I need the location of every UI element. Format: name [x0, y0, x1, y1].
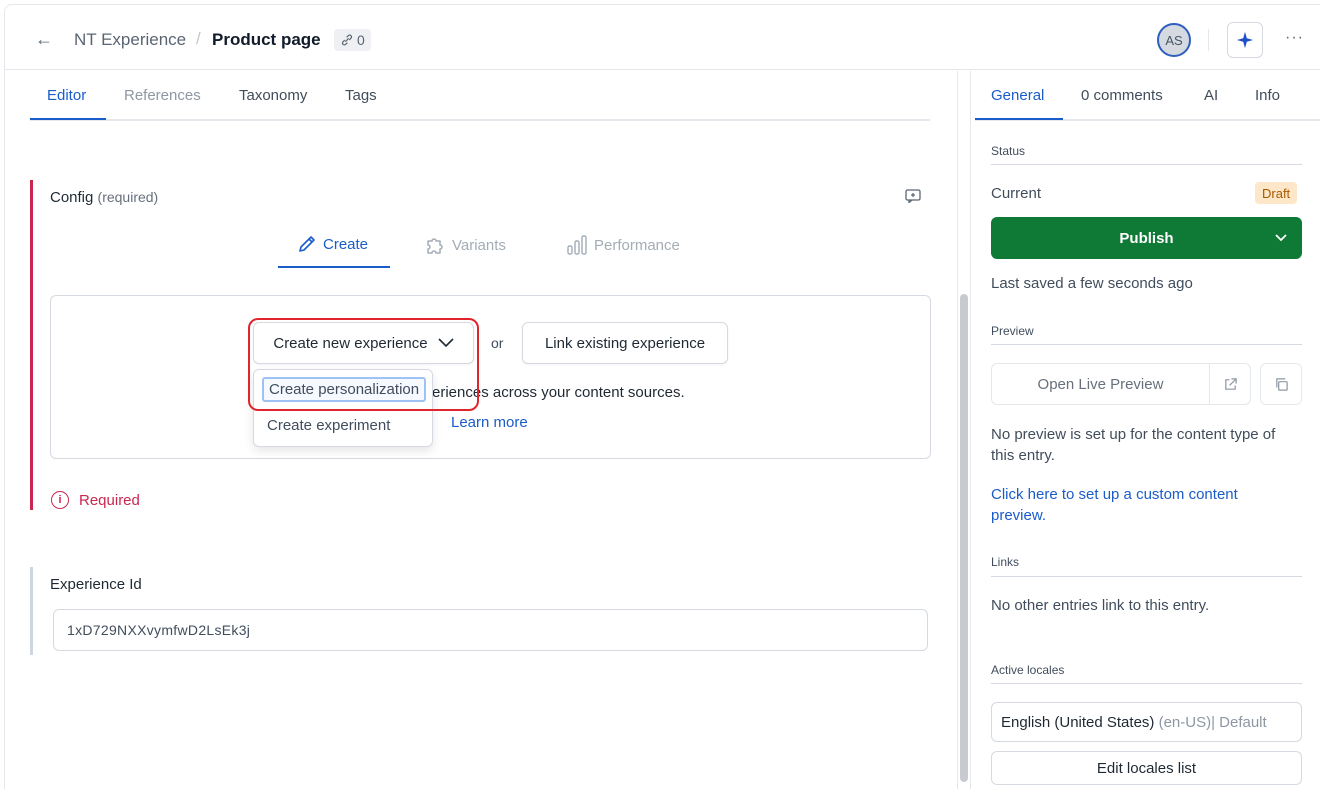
- tab-comments[interactable]: 0 comments: [1081, 87, 1163, 104]
- create-new-experience-button[interactable]: Create new experience: [253, 322, 474, 364]
- subtab-active-underline: [278, 266, 390, 268]
- avatar[interactable]: AS: [1157, 23, 1191, 57]
- link-icon: [341, 34, 353, 46]
- status-badge: Draft: [1255, 182, 1298, 204]
- sparkle-icon: [1236, 31, 1254, 49]
- arrow-left-icon[interactable]: ←: [35, 29, 53, 50]
- tab-info[interactable]: Info: [1255, 87, 1280, 104]
- external-link-button[interactable]: [1209, 363, 1251, 405]
- links-section-title: Links: [991, 555, 1020, 569]
- required-error-text: Required: [79, 491, 140, 509]
- tab-taxonomy[interactable]: Taxonomy: [239, 87, 307, 104]
- subtab-variants-label: Variants: [452, 236, 506, 254]
- sidebar-tabs: General 0 comments AI Info: [975, 71, 1320, 121]
- config-label-text: Config: [50, 189, 94, 206]
- no-links-text: No other entries link to this entry.: [991, 597, 1210, 614]
- tab-ai[interactable]: AI: [1204, 87, 1218, 104]
- tab-general[interactable]: General: [991, 87, 1044, 104]
- publish-label: Publish: [1119, 229, 1174, 247]
- locales-section-title: Active locales: [991, 663, 1065, 677]
- chevron-down-icon[interactable]: [1274, 229, 1288, 247]
- links-divider: [991, 576, 1302, 577]
- config-panel: [50, 295, 931, 459]
- chevron-down-icon: [438, 338, 454, 348]
- subtab-create-label: Create: [323, 235, 369, 253]
- editor-tabs: Editor References Taxonomy Tags: [30, 71, 930, 121]
- pencil-icon: [299, 236, 315, 252]
- sidebar-tab-underline: [975, 118, 1063, 120]
- menu-item-create-experiment[interactable]: Create experiment: [267, 417, 390, 434]
- experience-id-label: Experience Id: [50, 576, 142, 593]
- page-title: Product page: [212, 30, 321, 49]
- top-bar: ← NT Experience / Product page 0 AS ···: [5, 5, 1320, 70]
- ai-sparkle-button[interactable]: [1227, 22, 1263, 58]
- config-description: eriences across your content sources.: [432, 384, 685, 401]
- config-required-hint: (required): [97, 189, 159, 205]
- link-existing-experience-button[interactable]: Link existing experience: [522, 322, 728, 364]
- edit-locales-button[interactable]: Edit locales list: [991, 751, 1302, 785]
- header-divider: [1208, 29, 1209, 51]
- experience-id-input[interactable]: 1xD729NXXvymfwD2LsEk3j: [53, 609, 928, 651]
- editor-scrollbar-thumb[interactable]: [960, 294, 968, 782]
- no-preview-text: No preview is set up for the content typ…: [991, 426, 1276, 464]
- publish-button[interactable]: Publish: [991, 217, 1302, 259]
- locale-code: (en-US)| Default: [1158, 713, 1267, 731]
- last-saved-text: Last saved a few seconds ago: [991, 275, 1193, 292]
- setup-custom-preview-link[interactable]: Click here to set up a custom content pr…: [991, 484, 1281, 526]
- external-link-icon: [1224, 377, 1237, 390]
- bar-chart-icon: [567, 235, 587, 255]
- experience-id-bar: [30, 567, 33, 655]
- tab-references[interactable]: References: [124, 87, 201, 104]
- subtab-performance-label: Performance: [594, 236, 680, 254]
- puzzle-icon: [427, 238, 443, 254]
- breadcrumb-parent[interactable]: NT Experience: [74, 30, 186, 50]
- create-new-experience-label: Create new experience: [273, 334, 428, 352]
- or-text: or: [491, 335, 504, 351]
- subtab-performance: Performance: [566, 234, 680, 256]
- locale-name: English (United States): [1001, 713, 1155, 731]
- menu-item-create-personalization[interactable]: Create personalization: [262, 377, 427, 402]
- copy-icon: [1275, 377, 1288, 391]
- copy-preview-button[interactable]: [1260, 363, 1302, 405]
- tab-active-underline: [30, 118, 106, 120]
- breadcrumb-separator: /: [196, 29, 201, 48]
- references-count: 0: [357, 32, 365, 48]
- subtab-variants: Variants: [424, 234, 506, 256]
- config-field-label: Config (required): [50, 189, 158, 206]
- subtab-create[interactable]: Create: [297, 234, 368, 254]
- current-label: Current: [991, 185, 1042, 202]
- status-divider: [991, 164, 1302, 165]
- status-section-title: Status: [991, 144, 1026, 158]
- tab-editor[interactable]: Editor: [47, 87, 86, 104]
- open-live-preview-button[interactable]: Open Live Preview: [991, 363, 1210, 405]
- more-icon[interactable]: ···: [1285, 29, 1304, 47]
- active-locales-field[interactable]: English (United States) (en-US)| Default: [991, 702, 1302, 742]
- preview-section-title: Preview: [991, 324, 1034, 338]
- preview-divider: [991, 344, 1302, 345]
- tab-tags[interactable]: Tags: [345, 87, 377, 104]
- create-experience-dropdown: Create personalization Create experiment: [253, 369, 433, 447]
- config-error-bar: [30, 180, 33, 510]
- error-info-icon: i: [51, 491, 69, 509]
- references-badge[interactable]: 0: [334, 29, 371, 51]
- locales-divider: [991, 683, 1302, 684]
- comment-icon[interactable]: [905, 189, 921, 203]
- required-error: i Required: [51, 491, 140, 509]
- learn-more-link[interactable]: Learn more: [451, 414, 528, 431]
